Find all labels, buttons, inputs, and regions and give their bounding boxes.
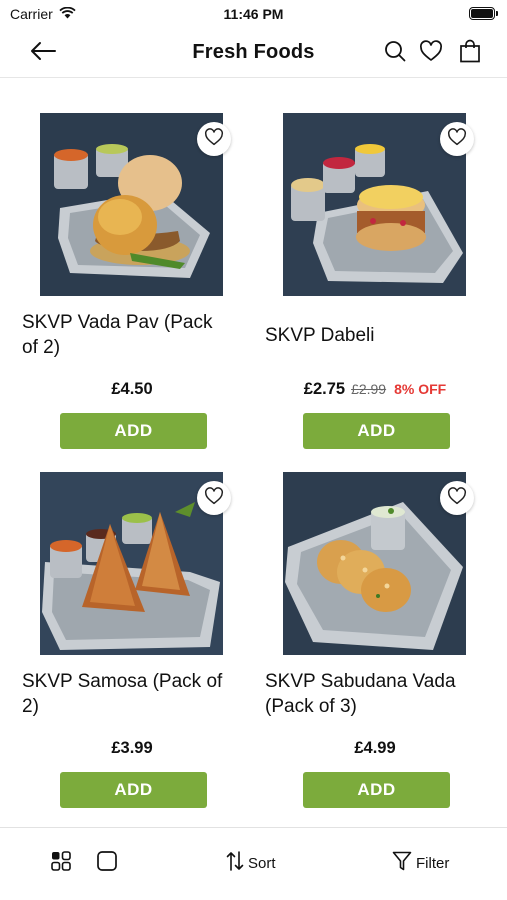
heart-icon xyxy=(419,39,443,67)
product-name[interactable]: SKVP Vada Pav (Pack of 2) xyxy=(22,310,232,360)
product-image[interactable] xyxy=(40,472,223,655)
product-price: £4.50 xyxy=(111,380,153,398)
product-original-price: £2.99 xyxy=(351,381,387,397)
product-card[interactable]: SKVP Samosa (Pack of 2) £3.99 ADD xyxy=(22,439,242,808)
sort-icon xyxy=(226,850,244,876)
product-price: £3.99 xyxy=(111,739,153,757)
filter-icon xyxy=(392,850,412,876)
bottom-toolbar: Sort Filter xyxy=(0,827,507,900)
product-card[interactable]: SKVP Dabeli £2.75 £2.99 8% OFF ADD xyxy=(265,80,485,449)
battery-icon xyxy=(469,7,498,20)
filter-button[interactable]: Filter xyxy=(392,850,449,876)
product-name[interactable]: SKVP Dabeli xyxy=(265,323,475,348)
heart-icon xyxy=(204,486,224,510)
grid-view-button[interactable] xyxy=(50,850,72,876)
single-view-button[interactable] xyxy=(96,850,118,876)
shopping-bag-icon xyxy=(459,39,481,68)
sort-label: Sort xyxy=(248,854,276,872)
product-price: £4.99 xyxy=(354,739,396,757)
search-button[interactable] xyxy=(382,40,408,66)
product-image[interactable] xyxy=(283,472,466,655)
status-time: 11:46 PM xyxy=(223,6,284,22)
grid-view-icon xyxy=(50,850,72,876)
price-row: £4.99 xyxy=(265,739,485,758)
filter-label: Filter xyxy=(416,854,450,872)
product-name[interactable]: SKVP Sabudana Vada (Pack of 3) xyxy=(265,669,475,719)
sort-button[interactable]: Sort xyxy=(226,850,276,876)
product-image[interactable] xyxy=(283,113,466,296)
wishlist-toggle[interactable] xyxy=(440,481,474,515)
search-icon xyxy=(384,40,406,67)
product-name[interactable]: SKVP Samosa (Pack of 2) xyxy=(22,669,232,719)
add-to-cart-button[interactable]: ADD xyxy=(303,772,450,808)
product-price: £2.75 xyxy=(303,380,346,398)
wishlist-toggle[interactable] xyxy=(197,122,231,156)
price-row: £3.99 xyxy=(22,739,242,758)
product-card[interactable]: SKVP Vada Pav (Pack of 2) £4.50 ADD xyxy=(22,80,242,449)
heart-icon xyxy=(447,486,467,510)
navigation-bar: Fresh Foods xyxy=(0,28,507,78)
square-view-icon xyxy=(96,850,118,876)
price-row: £2.75 £2.99 8% OFF xyxy=(265,380,485,399)
product-card[interactable]: SKVP Sabudana Vada (Pack of 3) £4.99 ADD xyxy=(265,439,485,808)
wishlist-toggle[interactable] xyxy=(197,481,231,515)
heart-icon xyxy=(204,127,224,151)
wishlist-button[interactable] xyxy=(418,39,444,67)
add-to-cart-button[interactable]: ADD xyxy=(60,772,207,808)
status-bar: Carrier 11:46 PM xyxy=(0,0,507,28)
wishlist-toggle[interactable] xyxy=(440,122,474,156)
heart-icon xyxy=(447,127,467,151)
discount-badge: 8% OFF xyxy=(394,381,447,397)
bag-button[interactable] xyxy=(457,39,483,68)
product-image[interactable] xyxy=(40,113,223,296)
price-row: £4.50 xyxy=(22,380,242,399)
